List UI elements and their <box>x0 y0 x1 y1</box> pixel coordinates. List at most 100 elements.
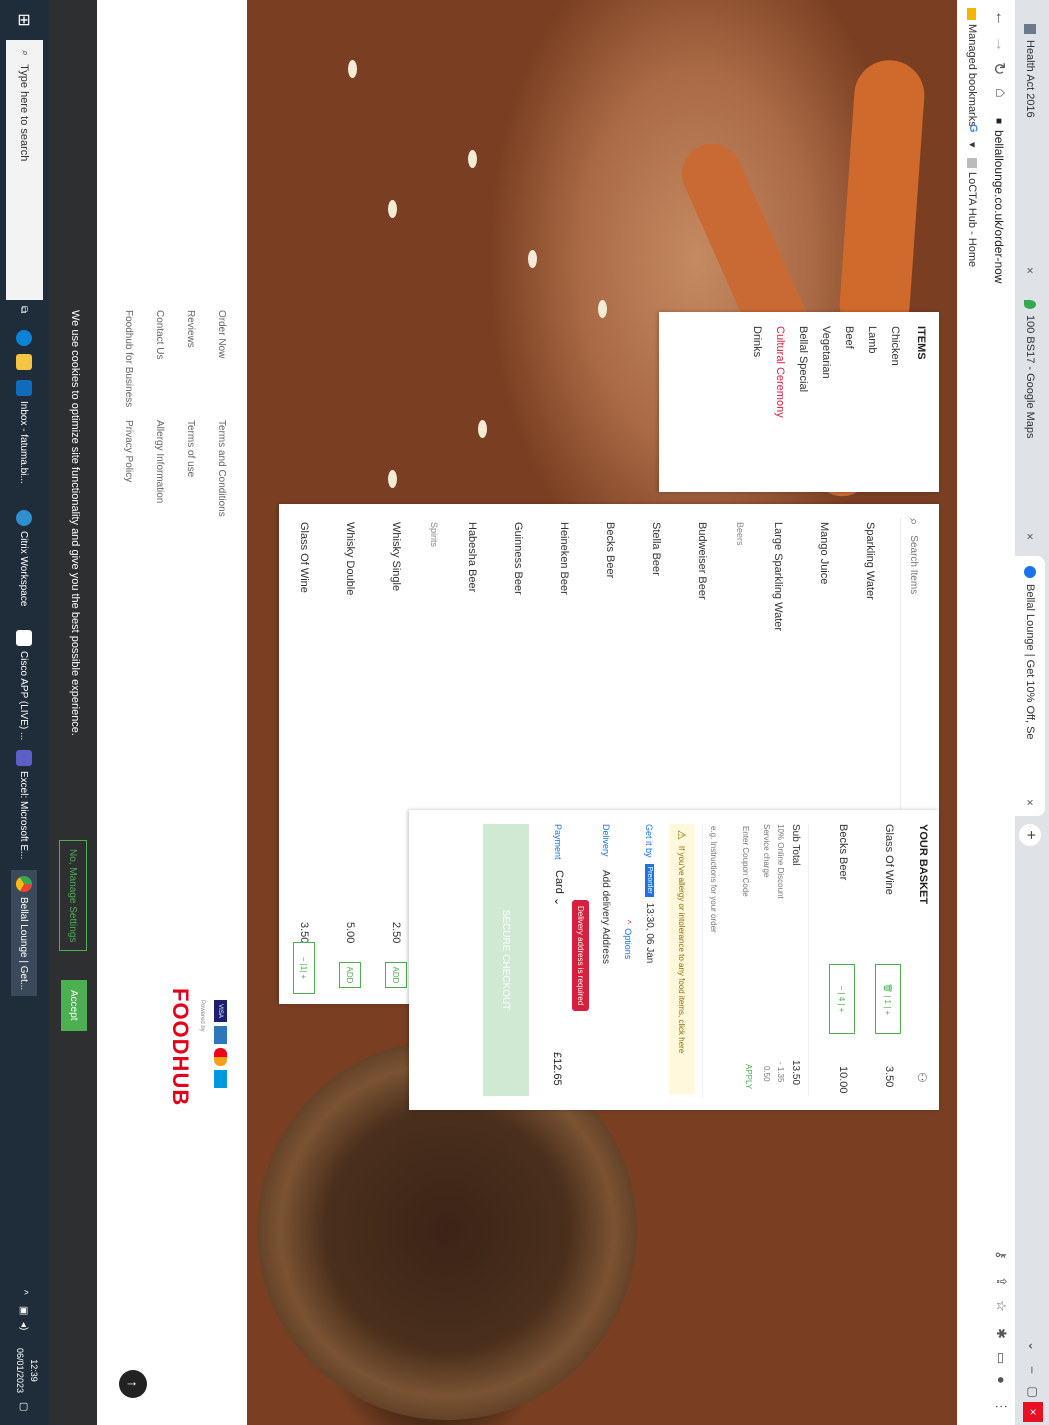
teams-icon <box>16 750 32 766</box>
item-name: Guinness Beer <box>512 522 524 595</box>
coupon-input[interactable] <box>737 824 755 1048</box>
more-icon[interactable]: ⋮ <box>993 1400 1009 1413</box>
bookmark-folder[interactable]: Managed bookmarks <box>966 8 978 127</box>
close-icon[interactable]: × <box>1023 799 1037 806</box>
category-bellal-special[interactable]: Bellal Special <box>797 326 809 478</box>
close-icon[interactable]: × <box>1023 267 1037 274</box>
tray-chevron-icon[interactable]: ^ <box>11 1290 37 1295</box>
footer-link-allergy[interactable]: Allergy Information <box>154 420 165 517</box>
minus-icon[interactable]: − <box>838 986 847 991</box>
task-view-icon[interactable]: ⧉ <box>11 306 37 313</box>
apps-icon[interactable]: ▾ <box>966 142 979 148</box>
forward-icon[interactable]: → <box>991 36 1009 52</box>
quantity-stepper[interactable]: − | 4 | + <box>829 964 855 1034</box>
tab-bellal-lounge[interactable]: Bellal Lounge | Get 10% Off, Se × <box>1015 556 1045 816</box>
basket-line-price: 3.50 <box>883 1066 895 1088</box>
network-icon[interactable]: ▣ <box>11 1306 37 1315</box>
volume-icon[interactable]: ◂) <box>11 1322 37 1330</box>
search-input[interactable] <box>907 533 921 838</box>
category-vegetarian[interactable]: Vegetarian <box>820 326 832 478</box>
sidebar-icon[interactable]: ▭ <box>993 1352 1009 1364</box>
footer-col-right: Terms and Conditions Terms of use Allerg… <box>123 420 227 517</box>
category-chicken[interactable]: Chicken <box>889 326 901 478</box>
category-drinks[interactable]: Drinks <box>751 326 763 478</box>
add-button[interactable]: ADD <box>385 962 407 988</box>
add-button[interactable]: ADD <box>339 962 361 988</box>
file-explorer-icon[interactable] <box>11 354 37 370</box>
subtotal-value: 13.50 <box>790 1060 801 1086</box>
chevron-down-icon[interactable]: ⌄ <box>1023 1336 1043 1356</box>
delivery-address-field[interactable]: Add delivery Address <box>600 870 611 964</box>
quantity-stepper[interactable]: − | 1 | + <box>293 942 315 994</box>
close-window-button[interactable]: × <box>1023 1402 1043 1422</box>
person-icon[interactable]: ⚇ <box>915 1072 929 1083</box>
new-tab-button[interactable]: + <box>1019 824 1041 846</box>
section-title: Beers <box>735 522 745 546</box>
home-icon[interactable]: ⌂ <box>991 88 1009 98</box>
tab-health-act[interactable]: Health Act 2016 × <box>1015 14 1045 284</box>
bookmark-locta[interactable]: LoCTA Hub - Home <box>966 158 978 267</box>
footer-link-reviews[interactable]: Reviews <box>185 310 196 407</box>
footer-col-left: Order Now Reviews Contact Us Foodhub for… <box>123 310 227 407</box>
item-name: Large Sparkling Water <box>772 522 784 632</box>
footer-link-terms[interactable]: Terms and Conditions <box>216 420 227 517</box>
plus-icon[interactable]: + <box>838 1008 847 1013</box>
sesame-seed <box>348 60 357 78</box>
payment-select[interactable]: Card ⌄ <box>552 870 565 906</box>
taskbar-app-chrome[interactable]: Bellal Lounge | Get... <box>11 870 37 997</box>
taskbar-app-cisco[interactable]: Cisco APP (LIVE) ... <box>11 630 37 740</box>
manage-settings-button[interactable]: No, Manage Settings <box>59 840 87 952</box>
foodhub-logo[interactable]: FOODHUB <box>167 988 193 1106</box>
scroll-top-button[interactable]: ↑ <box>119 1370 147 1398</box>
allergy-notice[interactable]: ⚠ If you've allergy or intolerance to an… <box>669 824 695 1094</box>
reload-icon[interactable]: ↻ <box>989 62 1009 75</box>
taskbar-search[interactable]: ⌕ Type here to search <box>6 40 43 300</box>
windows-start-icon[interactable]: ⊞ <box>0 0 49 40</box>
taskbar-app-citrix[interactable]: Citrix Workspace <box>11 510 37 606</box>
footer-link-order-now[interactable]: Order Now <box>216 310 227 407</box>
extensions-icon[interactable]: ✱ <box>993 1328 1009 1339</box>
footer-link-terms-of-use[interactable]: Terms of use <box>185 420 196 517</box>
footer-link-business[interactable]: Foodhub for Business <box>123 310 134 407</box>
sesame-seed <box>598 300 607 318</box>
plus-icon[interactable]: + <box>884 1011 893 1016</box>
footer-link-privacy[interactable]: Privacy Policy <box>123 420 134 517</box>
share-icon[interactable]: ⇪ <box>993 1276 1009 1287</box>
google-icon[interactable]: G <box>967 124 979 133</box>
back-icon[interactable]: ← <box>991 10 1009 26</box>
quantity-stepper[interactable]: 🗑 | 1 | + <box>875 964 901 1034</box>
apply-coupon-button[interactable]: APPLY <box>744 1064 753 1089</box>
category-cultural-ceremony[interactable]: Cultural Ceremony <box>774 326 786 478</box>
taskbar-app-excel[interactable]: Excel: Microsoft E... <box>11 750 37 859</box>
instructions-input[interactable] <box>702 824 725 1098</box>
tab-google-maps[interactable]: 100 BS17 - Google Maps × <box>1015 290 1045 550</box>
star-icon[interactable]: ☆ <box>993 1300 1009 1312</box>
taskbar-app-outlook[interactable]: Inbox - fatuma.bi... <box>11 380 37 484</box>
footer-link-contact[interactable]: Contact Us <box>154 310 165 407</box>
profile-icon[interactable]: ● <box>994 1376 1009 1384</box>
get-it-by-label: Get it by <box>644 824 655 858</box>
secure-checkout-button[interactable]: SECURE CHECKOUT <box>483 824 529 1096</box>
accept-cookies-button[interactable]: Accept <box>61 980 87 1031</box>
category-lamb[interactable]: Lamb <box>866 326 878 478</box>
item-qty: 1 <box>299 965 309 971</box>
edge-icon[interactable] <box>11 330 37 346</box>
remove-icon[interactable]: 🗑 <box>884 983 893 993</box>
item-name: Sparkling Water <box>864 522 876 600</box>
address-bar-row: ← → ↻ ⌂ ■ bellallounge.co.uk/order-now ⚷… <box>982 0 1015 1425</box>
payment-value: Card <box>553 870 565 894</box>
preorder-badge: Preorder <box>645 863 654 897</box>
minimize-button[interactable]: – <box>1023 1360 1043 1380</box>
category-beef[interactable]: Beef <box>843 326 855 478</box>
item-name: Stella Beer <box>650 522 662 576</box>
restore-button[interactable]: ▢ <box>1023 1382 1043 1402</box>
clock[interactable]: 12:39 06/01/2023 <box>13 1348 41 1393</box>
close-icon[interactable]: × <box>1023 533 1037 540</box>
key-icon[interactable]: ⚷ <box>993 1250 1009 1260</box>
get-it-by-row[interactable]: Get it by Preorder 13:30, 06 Jan <box>644 824 655 963</box>
amex-icon <box>214 1026 227 1044</box>
url-field[interactable]: ■ bellallounge.co.uk/order-now <box>987 118 1011 1318</box>
options-toggle[interactable]: ^ Options <box>623 920 633 959</box>
section-title: Spirits <box>429 522 439 548</box>
notifications-icon[interactable]: ▢ <box>11 1402 37 1411</box>
